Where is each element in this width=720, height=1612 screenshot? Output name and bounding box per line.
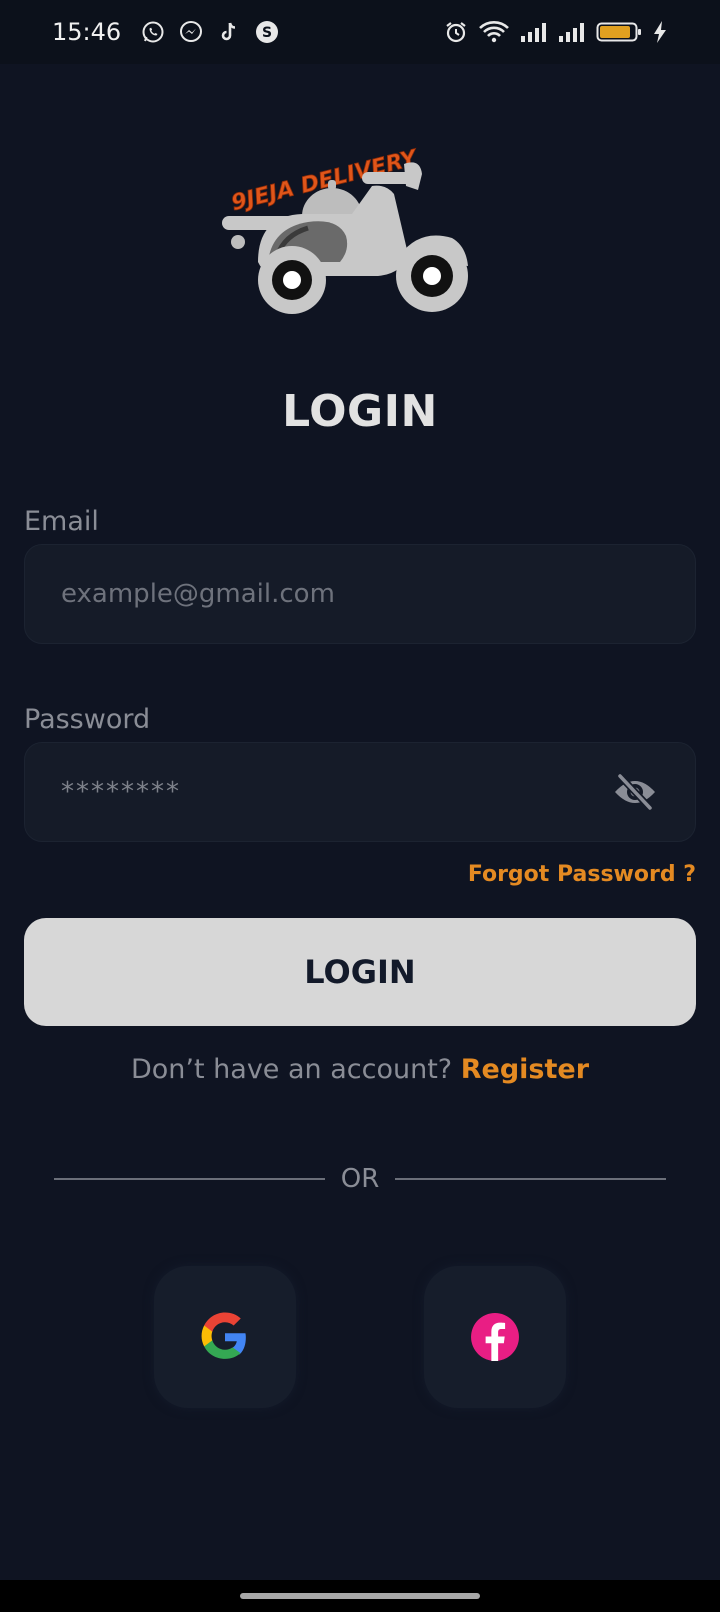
google-login-button[interactable] bbox=[154, 1266, 296, 1408]
alarm-icon bbox=[444, 20, 468, 44]
register-link[interactable]: Register bbox=[461, 1054, 589, 1085]
password-field-container bbox=[24, 742, 696, 842]
eye-off-icon bbox=[615, 773, 655, 811]
tiktok-icon bbox=[217, 20, 241, 44]
app-logo: 9JEJA DELIVERY bbox=[222, 112, 484, 326]
facebook-login-button[interactable] bbox=[424, 1266, 566, 1408]
status-time: 15:46 bbox=[52, 18, 122, 46]
svg-text:S: S bbox=[262, 25, 272, 41]
divider-text: OR bbox=[340, 1164, 380, 1194]
messenger-icon bbox=[179, 20, 203, 44]
status-right bbox=[444, 20, 668, 44]
login-button[interactable]: LOGIN bbox=[24, 918, 696, 1026]
home-gesture-handle[interactable] bbox=[240, 1593, 480, 1599]
email-field-container bbox=[24, 544, 696, 644]
status-bar: 15:46 S bbox=[0, 0, 720, 64]
page-title: LOGIN bbox=[282, 386, 438, 437]
charging-icon bbox=[652, 20, 668, 44]
scooter-delivery-icon: 9JEJA DELIVERY bbox=[222, 145, 468, 314]
battery-icon bbox=[596, 20, 642, 44]
divider-line-right bbox=[395, 1178, 666, 1180]
signal-icon bbox=[558, 20, 586, 44]
toggle-password-visibility-button[interactable] bbox=[611, 768, 659, 816]
password-label: Password bbox=[24, 704, 151, 735]
register-prompt: Don’t have an account? bbox=[130, 1054, 453, 1085]
wifi-icon bbox=[478, 20, 510, 44]
system-nav-bar bbox=[0, 1580, 720, 1612]
email-label: Email bbox=[24, 506, 99, 537]
whatsapp-icon bbox=[141, 20, 165, 44]
signal-icon bbox=[520, 20, 548, 44]
facebook-icon bbox=[471, 1313, 519, 1361]
google-icon bbox=[201, 1312, 246, 1359]
threads-icon: S bbox=[255, 20, 279, 44]
register-prompt-line: Don’t have an account? Register bbox=[0, 1054, 720, 1085]
email-input[interactable] bbox=[61, 579, 659, 609]
password-input[interactable] bbox=[61, 777, 611, 807]
forgot-password-link[interactable]: Forgot Password ? bbox=[468, 862, 696, 887]
status-left: 15:46 S bbox=[52, 18, 279, 46]
or-divider: OR bbox=[54, 1162, 666, 1196]
divider-line-left bbox=[54, 1178, 325, 1180]
login-screen: 15:46 S 9JEJA DELIVERY LOGIN Email examp… bbox=[0, 0, 720, 1612]
